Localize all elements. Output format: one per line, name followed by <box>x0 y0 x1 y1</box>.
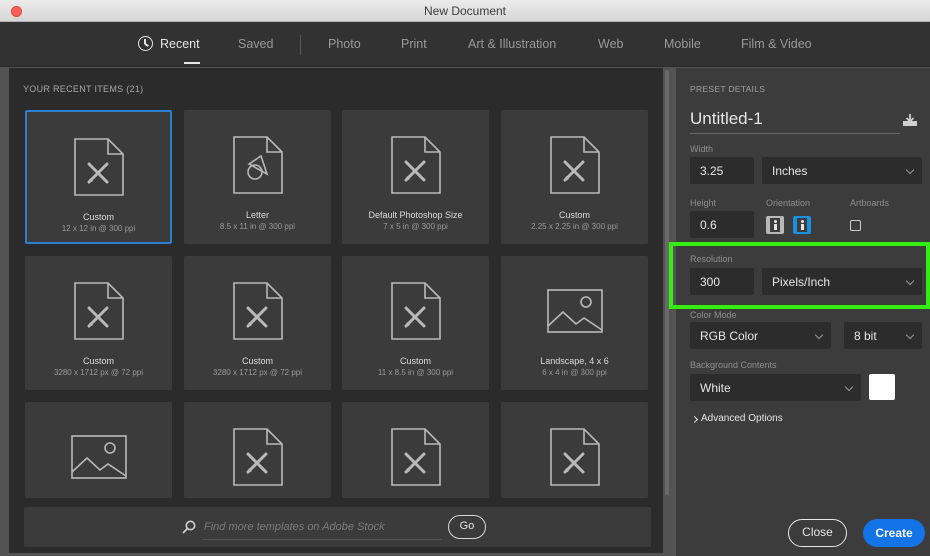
recent-item-card[interactable] <box>501 402 648 498</box>
recent-item-card[interactable]: Custom 2.25 x 2.25 in @ 300 ppi <box>501 110 648 244</box>
create-button[interactable]: Create <box>863 519 925 547</box>
recent-item-size: 6 x 4 in @ 300 ppi <box>542 368 607 377</box>
document-brush-icon <box>231 280 285 347</box>
color-mode-value: RGB Color <box>700 329 759 343</box>
orientation-label: Orientation <box>766 198 811 208</box>
clock-icon <box>138 36 153 51</box>
portrait-orientation-button[interactable] <box>766 216 784 234</box>
color-mode-select[interactable]: RGB Color <box>690 322 831 349</box>
recent-item-size: 3280 x 1712 px @ 72 ppi <box>53 368 144 377</box>
recent-items-heading: YOUR RECENT ITEMS (21) <box>23 84 144 94</box>
background-contents-label: Background Contents <box>690 360 777 370</box>
save-preset-icon[interactable] <box>902 113 918 127</box>
tab-art-illustration[interactable]: Art & Illustration <box>468 37 556 51</box>
resolution-input[interactable]: 300 <box>690 268 754 295</box>
landscape-image-icon <box>70 434 128 485</box>
width-unit-select[interactable]: Inches <box>762 157 922 184</box>
recent-item-card[interactable] <box>184 402 331 498</box>
recent-item-name: Custom <box>241 356 273 366</box>
recent-item-name: Default Photoshop Size <box>368 210 463 220</box>
background-contents-value: White <box>700 381 731 395</box>
document-brush-icon <box>389 134 443 201</box>
chevron-down-icon <box>844 382 854 392</box>
resolution-unit-value: Pixels/Inch <box>772 275 831 289</box>
width-unit-value: Inches <box>772 164 808 178</box>
document-brush-icon <box>389 280 443 347</box>
chevron-down-icon <box>905 330 915 340</box>
recent-item-size: 11 x 8.5 in @ 300 ppi <box>377 368 454 377</box>
recent-item-size: 2.25 x 2.25 in @ 300 ppi <box>531 222 618 231</box>
search-icon <box>182 520 196 534</box>
document-brush-icon <box>231 426 285 493</box>
recent-item-card[interactable]: Default Photoshop Size 7 x 5 in @ 300 ppi <box>342 110 489 244</box>
tab-film-video[interactable]: Film & Video <box>741 37 812 51</box>
height-label: Height <box>690 198 717 208</box>
tab-mobile[interactable]: Mobile <box>664 37 701 51</box>
document-name-field[interactable]: Untitled-1 <box>690 109 900 134</box>
recent-item-card[interactable] <box>25 402 172 498</box>
chevron-down-icon <box>905 165 915 175</box>
search-input[interactable]: Find more templates on Adobe Stock <box>204 521 385 533</box>
recent-item-card[interactable]: Custom 3280 x 1712 px @ 72 ppi <box>184 256 331 390</box>
tab-saved[interactable]: Saved <box>238 37 273 51</box>
recent-items-panel: YOUR RECENT ITEMS (21) Custom 12 x 12 in … <box>9 68 660 553</box>
chevron-right-icon <box>690 415 699 424</box>
document-brush-icon <box>548 426 602 493</box>
stock-search-bar: Find more templates on Adobe Stock Go <box>24 507 651 547</box>
scrollbar-thumb[interactable] <box>665 70 669 495</box>
preset-category-nav: Recent Saved Photo Print Art & Illustrat… <box>0 22 930 67</box>
document-brush-icon <box>389 426 443 493</box>
resolution-label: Resolution <box>690 254 733 264</box>
go-button[interactable]: Go <box>448 515 486 539</box>
recent-item-card[interactable]: Letter 8.5 x 11 in @ 300 ppi <box>184 110 331 244</box>
tab-print[interactable]: Print <box>401 37 427 51</box>
scrollbar-track <box>655 68 663 553</box>
document-brush-icon <box>548 134 602 201</box>
width-label: Width <box>690 144 714 154</box>
recent-item-size: 8.5 x 11 in @ 300 ppi <box>219 222 296 231</box>
artboards-checkbox[interactable] <box>850 220 861 231</box>
recent-item-name: Custom <box>558 210 590 220</box>
recent-item-card[interactable]: Custom 11 x 8.5 in @ 300 ppi <box>342 256 489 390</box>
recent-item-card[interactable]: Custom 12 x 12 in @ 300 ppi <box>25 110 172 244</box>
landscape-image-icon <box>546 288 604 339</box>
color-mode-label: Color Mode <box>690 310 737 320</box>
nav-divider <box>300 35 301 55</box>
tab-recent[interactable]: Recent <box>160 37 200 64</box>
recent-item-name: Custom <box>82 212 114 222</box>
title-bar: New Document <box>0 0 930 22</box>
artboards-label: Artboards <box>850 198 890 208</box>
background-contents-select[interactable]: White <box>690 374 861 401</box>
width-input[interactable]: 3.25 <box>690 157 754 184</box>
recent-item-name: Custom <box>82 356 114 366</box>
document-shapes-icon <box>231 134 285 201</box>
document-brush-icon <box>72 280 126 347</box>
recent-item-size: 12 x 12 in @ 300 ppi <box>61 224 136 233</box>
recent-item-card[interactable]: Landscape, 4 x 6 6 x 4 in @ 300 ppi <box>501 256 648 390</box>
tab-web[interactable]: Web <box>598 37 623 51</box>
chevron-down-icon <box>905 276 915 286</box>
recent-item-name: Custom <box>399 356 431 366</box>
resolution-unit-select[interactable]: Pixels/Inch <box>762 268 922 295</box>
recent-item-card[interactable] <box>342 402 489 498</box>
recent-item-card[interactable]: Custom 3280 x 1712 px @ 72 ppi <box>25 256 172 390</box>
chevron-down-icon <box>814 330 824 340</box>
bit-depth-select[interactable]: 8 bit <box>844 322 922 349</box>
recent-item-size: 7 x 5 in @ 300 ppi <box>383 222 448 231</box>
recent-item-name: Landscape, 4 x 6 <box>540 356 609 366</box>
bit-depth-value: 8 bit <box>854 329 877 343</box>
preset-details-heading: PRESET DETAILS <box>690 84 766 94</box>
tab-photo[interactable]: Photo <box>328 37 361 51</box>
background-color-swatch[interactable] <box>869 374 895 400</box>
advanced-options-toggle[interactable]: Advanced Options <box>701 413 783 424</box>
recent-item-size: 3280 x 1712 px @ 72 ppi <box>212 368 303 377</box>
search-underline <box>202 539 442 540</box>
document-brush-icon <box>72 136 126 203</box>
preset-details-panel: PRESET DETAILS Untitled-1 Width 3.25 Inc… <box>676 68 930 556</box>
window-title: New Document <box>423 4 507 18</box>
close-button[interactable]: Close <box>788 519 847 547</box>
recent-item-name: Letter <box>245 210 269 220</box>
height-input[interactable]: 0.6 <box>690 211 754 238</box>
landscape-orientation-button[interactable] <box>793 216 811 234</box>
